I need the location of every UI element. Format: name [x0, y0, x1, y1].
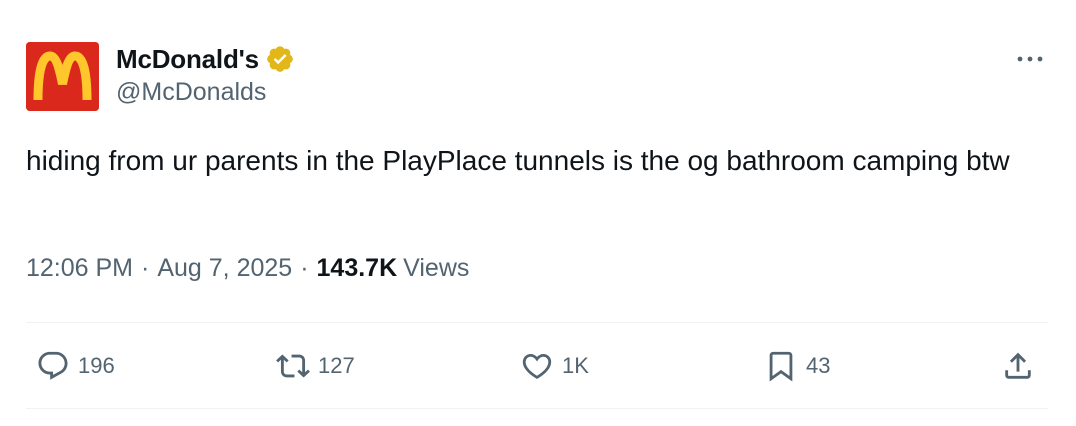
mcdonalds-logo-icon — [26, 42, 99, 111]
reply-button[interactable]: 196 — [36, 344, 115, 388]
meta-separator: · — [300, 254, 309, 282]
views-count[interactable]: 143.7K — [317, 254, 398, 283]
tweet-meta: 12:06 PM · Aug 7, 2025 · 143.7K Views — [26, 254, 469, 283]
divider — [26, 408, 1048, 409]
heart-icon — [522, 353, 552, 379]
author-handle[interactable]: @McDonalds — [116, 78, 266, 107]
views-label[interactable]: Views — [403, 254, 469, 283]
repost-icon — [276, 354, 310, 378]
tweet-text: hiding from ur parents in the PlayPlace … — [26, 145, 1010, 176]
tweet-time[interactable]: 12:06 PM — [26, 254, 133, 283]
share-button[interactable] — [1001, 344, 1035, 388]
tweet-date[interactable]: Aug 7, 2025 — [157, 254, 292, 283]
reply-icon — [38, 351, 68, 380]
action-bar: 196 127 1K 43 — [26, 344, 1048, 388]
avatar[interactable] — [26, 42, 99, 111]
author-display-name[interactable]: McDonald's — [116, 44, 259, 75]
divider — [26, 322, 1048, 323]
like-button[interactable]: 1K — [520, 344, 589, 388]
reply-count: 196 — [78, 353, 115, 378]
repost-button[interactable]: 127 — [276, 344, 355, 388]
author-name-row[interactable]: McDonald's — [116, 42, 295, 76]
like-count: 1K — [562, 353, 589, 378]
verified-badge-icon[interactable] — [265, 44, 295, 74]
more-horizontal-icon — [1017, 56, 1043, 62]
share-icon — [1005, 352, 1031, 379]
bookmark-count: 43 — [806, 353, 831, 378]
bookmark-icon — [769, 351, 793, 382]
repost-count: 127 — [318, 353, 355, 378]
meta-separator: · — [141, 254, 150, 282]
more-options-button[interactable] — [1010, 44, 1050, 74]
bookmark-button[interactable]: 43 — [764, 344, 830, 388]
